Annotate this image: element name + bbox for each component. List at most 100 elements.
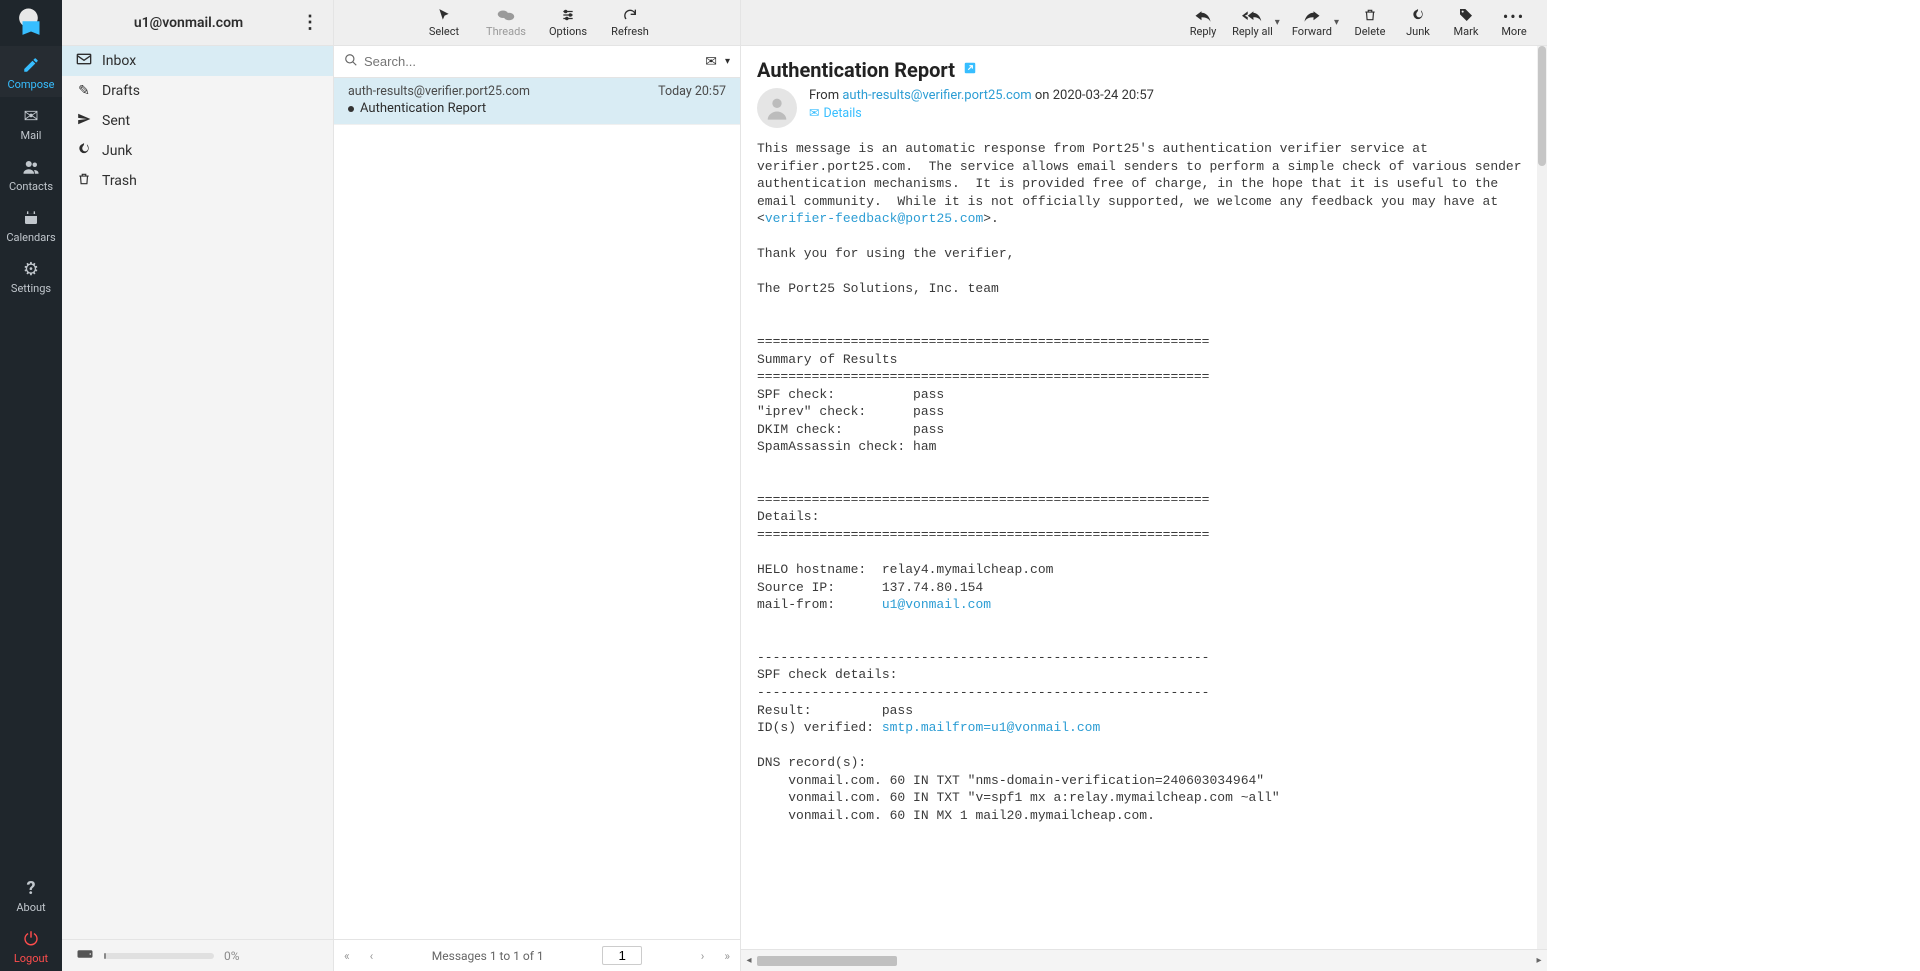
search-row: ✉ ▾	[334, 46, 740, 78]
app-logo	[0, 0, 62, 46]
nav-calendars-label: Calendars	[6, 231, 55, 244]
more-button[interactable]: ••• More	[1495, 7, 1533, 38]
hscroll-track[interactable]	[757, 954, 1531, 968]
details-toggle[interactable]: ✉ Details	[809, 105, 862, 121]
nav-mail[interactable]: ✉ Mail	[0, 97, 62, 148]
account-email: u1@vonmail.com	[76, 15, 301, 31]
more-icon: •••	[1503, 7, 1525, 25]
open-external-icon[interactable]	[963, 61, 977, 79]
nav-logout-label: Logout	[14, 952, 48, 965]
nav-compose-label: Compose	[7, 78, 54, 91]
gear-icon: ⚙	[23, 258, 39, 280]
nav-settings[interactable]: ⚙ Settings	[0, 250, 62, 301]
refresh-button[interactable]: Refresh	[608, 7, 652, 38]
junk-button[interactable]: Junk	[1399, 7, 1437, 38]
mail-icon: ✉	[23, 105, 38, 127]
folder-sent[interactable]: Sent	[62, 106, 333, 136]
contacts-icon	[22, 156, 40, 178]
preview-subject: Authentication Report	[757, 58, 955, 82]
trash-icon	[76, 172, 92, 190]
forward-caret[interactable]: ▾	[1332, 17, 1341, 28]
help-icon: ?	[27, 877, 36, 899]
mark-button[interactable]: Mark	[1447, 7, 1485, 38]
last-page[interactable]: »	[724, 949, 730, 963]
forward-icon	[1303, 7, 1321, 25]
folder-inbox[interactable]: Inbox	[62, 46, 333, 76]
avatar	[757, 88, 797, 128]
options-button[interactable]: Options	[546, 7, 590, 38]
feedback-link[interactable]: verifier-feedback@port25.com	[765, 211, 983, 226]
cursor-icon	[437, 7, 451, 25]
nav-compose[interactable]: Compose	[0, 46, 62, 97]
folder-trash[interactable]: Trash	[62, 166, 333, 196]
nav-logout[interactable]: ⏻ Logout	[0, 920, 62, 971]
preview-hscroll: ◂ ▸	[741, 949, 1547, 971]
power-icon: ⏻	[24, 928, 38, 950]
threads-button[interactable]: Threads	[484, 7, 528, 38]
reply-all-icon	[1242, 7, 1262, 25]
nav-settings-label: Settings	[11, 282, 51, 295]
preview-pane: Reply Reply all ▾ Forward ▾ Delete	[741, 0, 1547, 971]
reply-icon	[1194, 7, 1212, 25]
forward-button[interactable]: Forward	[1292, 7, 1332, 38]
folder-junk-label: Junk	[102, 143, 132, 159]
search-scope-icon[interactable]: ✉	[705, 54, 717, 70]
message-body-scroll[interactable]: This message is an automatic response fr…	[741, 140, 1547, 949]
nav-mail-label: Mail	[21, 129, 42, 142]
reply-button[interactable]: Reply	[1184, 7, 1222, 38]
tag-icon	[1458, 7, 1474, 25]
envelope-icon: ✉	[809, 105, 819, 121]
list-footer: « ‹ Messages 1 to 1 of 1 › »	[334, 939, 740, 971]
nav-about-label: About	[16, 901, 45, 914]
trash-icon	[1363, 7, 1377, 25]
preview-toolbar: Reply Reply all ▾ Forward ▾ Delete	[741, 0, 1547, 46]
nav-contacts-label: Contacts	[9, 180, 53, 193]
list-toolbar: Select Threads Options Refresh	[334, 0, 740, 46]
from-label: From	[809, 88, 839, 103]
page-number-input[interactable]	[602, 946, 642, 965]
folder-junk[interactable]: Junk	[62, 136, 333, 166]
folder-trash-label: Trash	[102, 173, 137, 189]
nav-contacts[interactable]: Contacts	[0, 148, 62, 199]
vscroll[interactable]	[1537, 46, 1547, 949]
folder-inbox-label: Inbox	[102, 53, 136, 69]
reply-all-caret[interactable]: ▾	[1273, 17, 1282, 28]
account-menu[interactable]: ⋮	[301, 12, 319, 33]
search-input[interactable]	[364, 54, 699, 69]
calendar-icon	[23, 207, 39, 229]
nav-calendars[interactable]: Calendars	[0, 199, 62, 250]
list-status: Messages 1 to 1 of 1	[432, 949, 544, 963]
folder-drafts[interactable]: ✎ Drafts	[62, 76, 333, 106]
message-list-pane: Select Threads Options Refresh ✉ ▾	[334, 0, 741, 971]
folder-drafts-label: Drafts	[102, 83, 140, 99]
preview-date: 2020-03-24 20:57	[1053, 88, 1154, 103]
message-date: Today 20:57	[658, 84, 726, 99]
inbox-icon	[76, 53, 92, 69]
next-page[interactable]: ›	[701, 949, 705, 963]
hscroll-right[interactable]: ▸	[1531, 955, 1547, 966]
message-item[interactable]: auth-results@verifier.port25.com Today 2…	[334, 78, 740, 125]
nav-about[interactable]: ? About	[0, 869, 62, 920]
mailfrom-link[interactable]: u1@vonmail.com	[882, 597, 991, 612]
account-header: u1@vonmail.com ⋮	[62, 0, 333, 46]
search-options-caret[interactable]: ▾	[725, 56, 730, 67]
from-email-link[interactable]: auth-results@verifier.port25.com	[842, 88, 1031, 103]
spf-id-link[interactable]: smtp.mailfrom=u1@vonmail.com	[882, 720, 1100, 735]
first-page[interactable]: «	[344, 949, 350, 963]
delete-button[interactable]: Delete	[1351, 7, 1389, 38]
unread-indicator	[348, 106, 354, 112]
message-subject: Authentication Report	[360, 101, 486, 116]
message-body: This message is an automatic response fr…	[757, 140, 1531, 824]
message-from: auth-results@verifier.port25.com	[348, 84, 530, 99]
threads-icon	[497, 7, 515, 25]
refresh-icon	[622, 7, 638, 25]
select-button[interactable]: Select	[422, 7, 466, 38]
hscroll-left[interactable]: ◂	[741, 955, 757, 966]
folder-pane: u1@vonmail.com ⋮ Inbox ✎ Drafts Sent	[62, 0, 334, 971]
on-label: on	[1035, 88, 1050, 103]
search-icon	[344, 53, 358, 71]
prev-page[interactable]: ‹	[370, 949, 374, 963]
reply-all-button[interactable]: Reply all	[1232, 7, 1273, 38]
quota-bar: 0%	[62, 939, 333, 971]
folder-sent-label: Sent	[102, 113, 130, 129]
